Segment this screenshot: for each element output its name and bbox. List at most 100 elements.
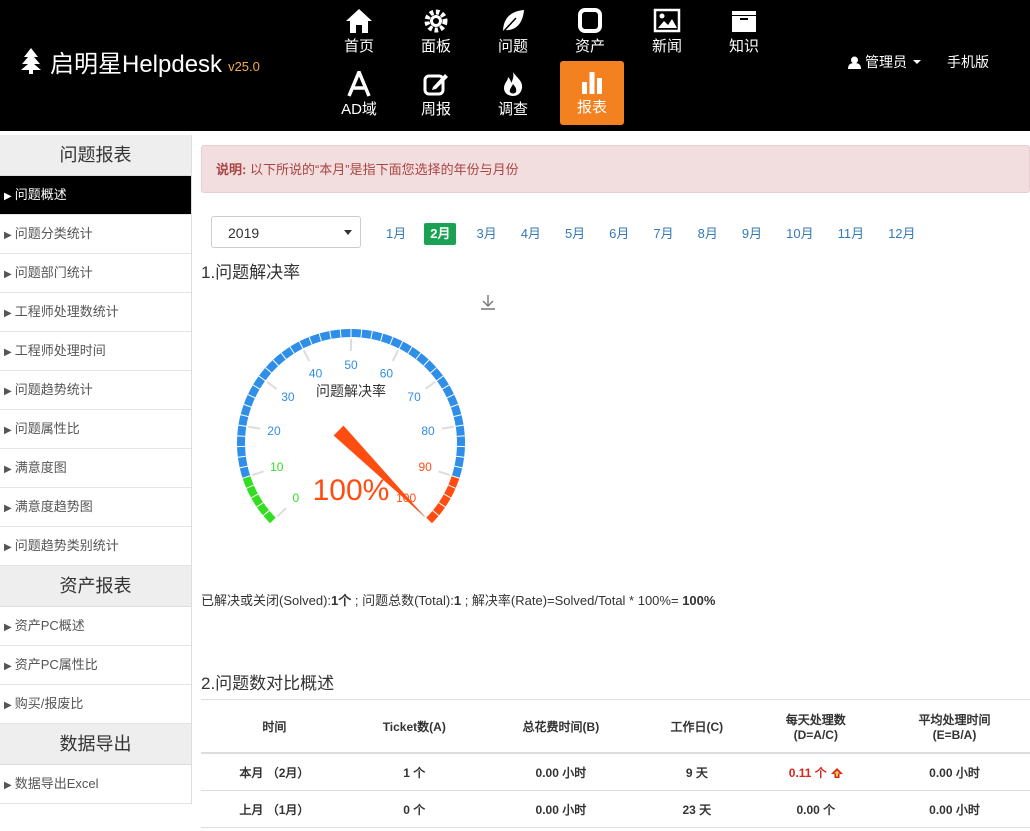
month-link[interactable]: 9月 — [736, 223, 768, 245]
gauge-band-segment — [448, 475, 460, 489]
sidebar-item-label: 问题概述 — [14, 187, 67, 202]
brand-version: v25.0 — [228, 58, 260, 74]
year-select[interactable]: 2019 — [211, 216, 361, 248]
tree-logo-icon — [21, 48, 41, 74]
gauge-band-segment — [299, 337, 313, 349]
brand[interactable]: 启明星Helpdesk v25.0 — [20, 44, 260, 78]
brand-name: 启明星Helpdesk — [50, 50, 223, 78]
download-icon[interactable] — [479, 293, 497, 311]
month-link[interactable]: 3月 — [470, 223, 502, 245]
col-header-avg-time: 平均处理时间 (E=B/A) — [879, 699, 1030, 754]
gauge-band-segment — [438, 494, 451, 508]
month-link[interactable]: 12月 — [882, 223, 921, 245]
sidebar-item-satisfaction-trend[interactable]: ▶ 满意度趋势图 — [0, 488, 191, 527]
gauge-band-segment — [237, 456, 248, 468]
user-icon — [848, 56, 861, 69]
month-link[interactable]: 5月 — [559, 223, 591, 245]
nav-reports[interactable]: 报表 — [560, 61, 624, 125]
gauge-major-tick — [391, 349, 400, 362]
nav-home[interactable]: 首页 — [327, 0, 391, 64]
table-cell: 9 天 — [641, 753, 753, 791]
sidebar-item-export-excel[interactable]: ▶ 数据导出Excel — [0, 765, 191, 804]
col-header-total-time: 总花费时间(B) — [480, 699, 642, 754]
gauge-tick-label: 70 — [407, 390, 421, 404]
nav-issues[interactable]: 问题 — [481, 0, 545, 64]
triangle-right-icon: ▶ — [4, 308, 12, 319]
gauge-band-segment — [309, 333, 322, 345]
gauge-band-segment — [240, 404, 252, 417]
table-cell: 上月 （1月） — [201, 790, 348, 828]
gauge-major-tick — [248, 425, 261, 430]
month-link[interactable]: 10月 — [780, 223, 819, 245]
gauge-band-segment — [389, 337, 403, 349]
nav-news[interactable]: 新闻 — [635, 0, 699, 64]
comparison-table: 时间 Ticket数(A) 总花费时间(B) 工作日(C) 每天处理数 (D=A/… — [201, 699, 1030, 828]
rate-label: ; 解决率(Rate)=Solved/Total * 100%= — [461, 593, 683, 608]
nav-weekly[interactable]: 周报 — [404, 63, 468, 127]
sidebar-item-issue-attribute[interactable]: ▶ 问题属性比 — [0, 410, 191, 449]
gauge-band-segment — [329, 329, 342, 339]
nav-dashboard[interactable]: 面板 — [404, 0, 468, 64]
gauge-tick-label: 10 — [270, 460, 284, 474]
total-label: ; 问题总数(Total): — [351, 593, 454, 608]
sidebar-item-label: 问题分类统计 — [14, 226, 93, 241]
sidebar: 问题报表 ▶ 问题概述 ▶ 问题分类统计 ▶ 问题部门统计 ▶ 工程师处理数统计 ▶ 工程… — [0, 135, 192, 804]
col-header-formula: (D=A/C) — [793, 727, 838, 742]
triangle-right-icon: ▶ — [4, 622, 12, 633]
gauge-major-tick — [441, 425, 454, 430]
gauge-band-segment — [443, 485, 456, 498]
month-link[interactable]: 4月 — [515, 223, 547, 245]
total-value: 1 — [453, 593, 462, 608]
gauge-band-segment — [453, 414, 464, 427]
gauge-tick-label: 50 — [344, 358, 358, 372]
month-link[interactable]: 7月 — [647, 223, 679, 245]
triangle-right-icon: ▶ — [4, 464, 12, 475]
gauge-band-segment — [258, 367, 272, 381]
gauge-band-segment — [289, 341, 303, 354]
sidebar-item-label: 满意度趋势图 — [14, 499, 93, 514]
sidebar-item-engineer-count[interactable]: ▶ 工程师处理数统计 — [0, 293, 191, 332]
col-header-text: 工作日(C) — [670, 719, 724, 734]
nav-assets[interactable]: 资产 — [558, 0, 622, 64]
nav-survey[interactable]: 调查 — [481, 63, 545, 127]
sidebar-item-issue-department[interactable]: ▶ 问题部门统计 — [0, 254, 191, 293]
gauge-band-segment — [319, 331, 332, 342]
gauge-band-segment — [256, 502, 270, 516]
sidebar-item-engineer-time[interactable]: ▶ 工程师处理时间 — [0, 332, 191, 371]
gauge-band-segment — [430, 367, 444, 381]
sidebar-item-issue-category[interactable]: ▶ 问题分类统计 — [0, 215, 191, 254]
month-link[interactable]: 1月 — [380, 223, 412, 245]
month-link[interactable]: 6月 — [603, 223, 635, 245]
gauge-tick-label: 60 — [380, 367, 394, 381]
sidebar-item-issue-trend[interactable]: ▶ 问题趋势统计 — [0, 371, 191, 410]
month-link[interactable]: 11月 — [832, 223, 871, 245]
gauge-band-segment — [432, 502, 446, 516]
sidebar-item-issue-overview[interactable]: ▶ 问题概述 — [0, 176, 191, 215]
sidebar-item-label: 工程师处理数统计 — [14, 304, 119, 319]
user-menu[interactable]: 管理员 — [848, 52, 921, 72]
table-cell: 0.00 小时 — [480, 753, 642, 791]
table-row: 本月 （2月） 1 个 0.00 小时 9 天 0.11 个 0.00 小时 — [201, 753, 1030, 791]
nav-reports-label: 报表 — [576, 99, 607, 116]
sidebar-item-satisfaction[interactable]: ▶ 满意度图 — [0, 449, 191, 488]
solved-value: 1个 — [331, 593, 352, 608]
table-cell: 1 个 — [347, 753, 481, 791]
sidebar-item-label: 问题部门统计 — [14, 265, 93, 280]
sidebar-item-asset-pc-attribute[interactable]: ▶ 资产PC属性比 — [0, 646, 191, 685]
mobile-version-link[interactable]: 手机版 — [947, 52, 989, 72]
nav-knowledge[interactable]: 知识 — [712, 0, 776, 64]
month-link-selected[interactable]: 2月 — [424, 223, 457, 245]
gauge-band-segment — [238, 414, 249, 427]
gauge-band-segment — [370, 331, 383, 342]
gauge-tick-label: 30 — [281, 390, 295, 404]
sidebar-item-trend-category[interactable]: ▶ 问题趋势类别统计 — [0, 527, 191, 566]
sidebar-item-asset-pc-overview[interactable]: ▶ 资产PC概述 — [0, 607, 191, 646]
up-arrow-icon — [830, 768, 843, 779]
gauge-major-tick — [424, 381, 436, 390]
nav-ad-domain[interactable]: AD域 — [327, 63, 391, 127]
top-navbar: 启明星Helpdesk v25.0 首页 面板 问题 资产 新闻 知识 AD域 … — [0, 0, 1030, 131]
sidebar-item-purchase-scrap[interactable]: ▶ 购买/报废比 — [0, 685, 191, 724]
folder-icon — [732, 11, 756, 32]
gauge-band-segment — [454, 456, 465, 468]
month-link[interactable]: 8月 — [692, 223, 724, 245]
